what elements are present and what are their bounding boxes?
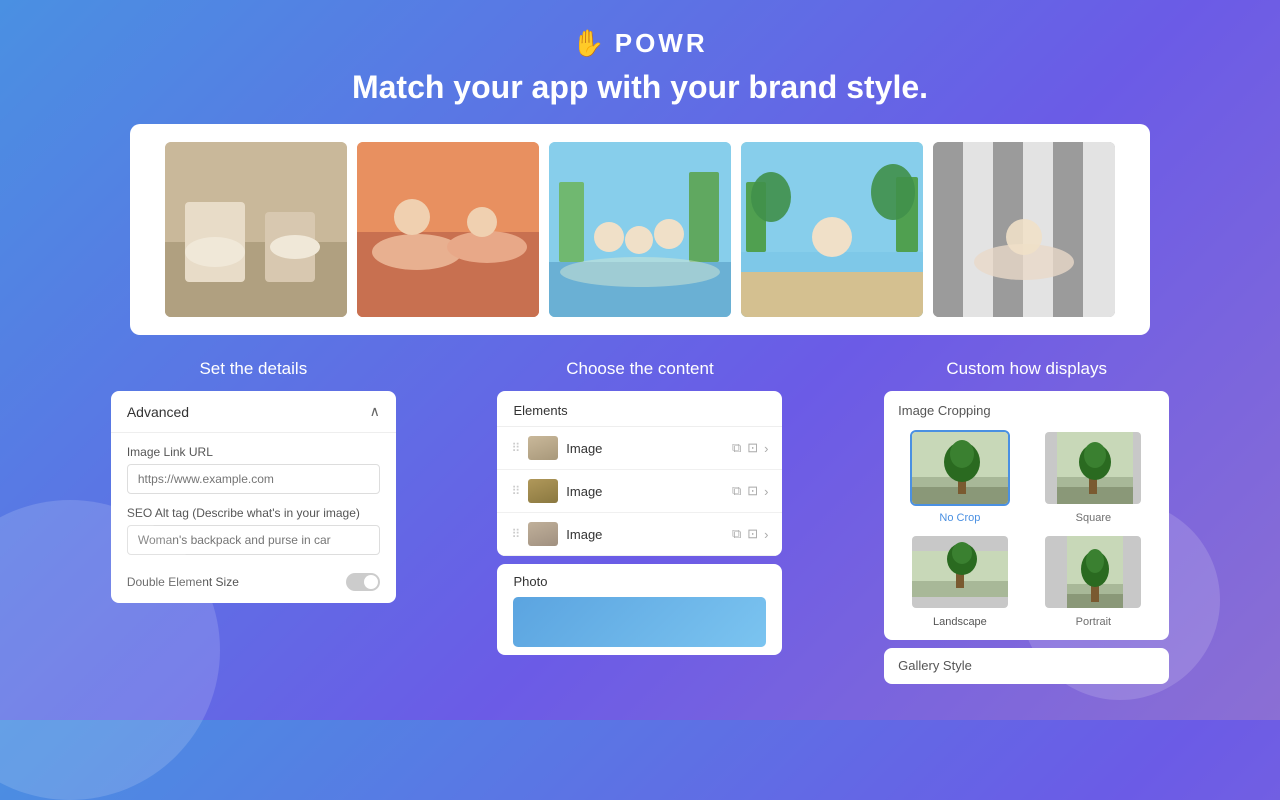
crop-option-portrait[interactable]: Portrait: [1032, 534, 1156, 628]
trash-icon-2[interactable]: ⊡: [747, 483, 758, 499]
seo-alt-input[interactable]: [127, 525, 380, 555]
crop-thumb-landscape: [910, 534, 1010, 610]
double-element-label: Double Element Size: [127, 575, 239, 589]
trash-icon[interactable]: ⊡: [747, 440, 758, 456]
element-thumb-1: [528, 436, 558, 460]
drag-handle-icon-2: ⠿: [511, 484, 520, 498]
element-thumb-2: [528, 479, 558, 503]
gallery-image-3: [549, 142, 731, 317]
tagline: Match your app with your brand style.: [0, 69, 1280, 106]
trash-icon-3[interactable]: ⊡: [747, 526, 758, 542]
advanced-body: Image Link URL SEO Alt tag (Describe wha…: [111, 433, 396, 603]
crop-thumb-portrait: [1043, 534, 1143, 610]
advanced-header[interactable]: Advanced ∧: [111, 391, 396, 433]
photo-section: Photo: [497, 564, 782, 655]
advanced-card: Advanced ∧ Image Link URL SEO Alt tag (D…: [111, 391, 396, 603]
section-title-crop: Custom how displays: [884, 359, 1169, 379]
crop-card: Image Cropping: [884, 391, 1169, 640]
elements-header: Elements: [497, 391, 782, 427]
element-name-2: Image: [566, 484, 724, 499]
gallery-image-2: [357, 142, 539, 317]
gallery-image-4: [741, 142, 923, 317]
element-actions-3: ⧉ ⊡ ›: [732, 526, 769, 542]
powr-logo-icon: ✋: [572, 28, 604, 59]
copy-icon[interactable]: ⧉: [732, 440, 741, 456]
double-element-toggle[interactable]: [346, 573, 380, 591]
crop-grid: No Crop: [898, 430, 1155, 628]
chevron-up-icon: ∧: [370, 403, 380, 420]
element-name-3: Image: [566, 527, 724, 542]
toggle-row: Double Element Size: [127, 573, 380, 591]
panel-choose-content: Choose the content Elements ⠿ Image ⧉ ⊡ …: [497, 359, 782, 684]
logo-text: POWR: [615, 28, 708, 59]
seo-alt-label: SEO Alt tag (Describe what's in your ima…: [127, 506, 380, 520]
crop-option-no-crop[interactable]: No Crop: [898, 430, 1022, 524]
crop-label-portrait: Portrait: [1076, 616, 1111, 628]
element-row-1: ⠿ Image ⧉ ⊡ ›: [497, 427, 782, 470]
photo-label: Photo: [513, 574, 766, 589]
gallery-strip: [130, 124, 1150, 335]
element-actions-2: ⧉ ⊡ ›: [732, 483, 769, 499]
logo-row: ✋ POWR: [0, 28, 1280, 59]
crop-label-landscape: Landscape: [933, 616, 987, 628]
drag-handle-icon-3: ⠿: [511, 527, 520, 541]
crop-label-no-crop: No Crop: [939, 512, 980, 524]
copy-icon-2[interactable]: ⧉: [732, 483, 741, 499]
drag-handle-icon: ⠿: [511, 441, 520, 455]
element-row-2: ⠿ Image ⧉ ⊡ ›: [497, 470, 782, 513]
section-title-content: Choose the content: [497, 359, 782, 379]
crop-thumb-square: [1043, 430, 1143, 506]
element-row-3: ⠿ Image ⧉ ⊡ ›: [497, 513, 782, 556]
element-thumb-3: [528, 522, 558, 546]
image-cropping-title: Image Cropping: [898, 403, 1155, 418]
crop-option-square[interactable]: Square: [1032, 430, 1156, 524]
crop-label-square: Square: [1076, 512, 1111, 524]
gallery-style-label: Gallery Style: [898, 658, 972, 673]
photo-thumb: [513, 597, 766, 647]
crop-thumb-no-crop: [910, 430, 1010, 506]
gallery-image-1: [165, 142, 347, 317]
arrow-right-icon[interactable]: ›: [764, 441, 768, 456]
copy-icon-3[interactable]: ⧉: [732, 526, 741, 542]
section-title-details: Set the details: [111, 359, 396, 379]
image-link-input[interactable]: [127, 464, 380, 494]
element-name-1: Image: [566, 441, 724, 456]
gallery-style-bar: Gallery Style: [884, 648, 1169, 684]
elements-card: Elements ⠿ Image ⧉ ⊡ › ⠿ Image ⧉ ⊡ ›: [497, 391, 782, 556]
crop-option-landscape[interactable]: Landscape: [898, 534, 1022, 628]
arrow-right-icon-3[interactable]: ›: [764, 527, 768, 542]
image-link-label: Image Link URL: [127, 445, 380, 459]
panel-crop: Custom how displays Image Cropping: [884, 359, 1169, 684]
advanced-title: Advanced: [127, 404, 189, 420]
panel-set-details: Set the details Advanced ∧ Image Link UR…: [111, 359, 396, 684]
arrow-right-icon-2[interactable]: ›: [764, 484, 768, 499]
element-actions-1: ⧉ ⊡ ›: [732, 440, 769, 456]
header: ✋ POWR Match your app with your brand st…: [0, 0, 1280, 124]
columns-row: Set the details Advanced ∧ Image Link UR…: [0, 335, 1280, 700]
toggle-thumb: [364, 575, 378, 589]
gallery-image-5: [933, 142, 1115, 317]
